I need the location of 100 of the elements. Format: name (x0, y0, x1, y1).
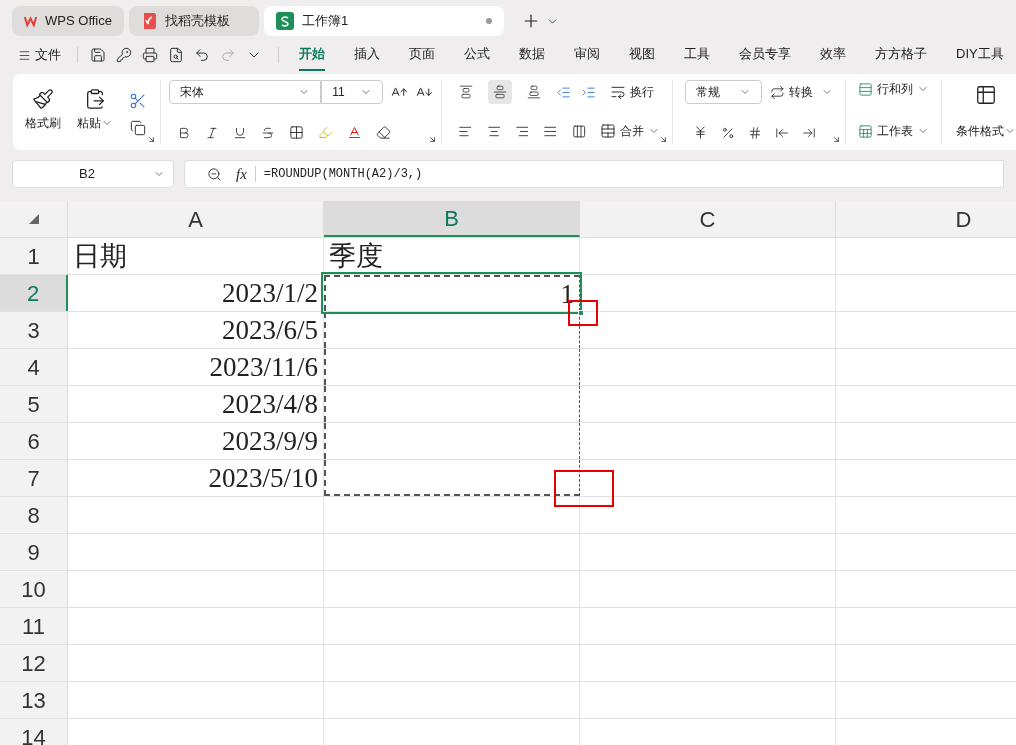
ribbon-tab[interactable]: DIY工具 (956, 39, 1004, 71)
borders-icon[interactable] (289, 125, 305, 140)
strikethrough-icon[interactable] (261, 125, 276, 140)
dialog-launcher-icon[interactable] (147, 135, 157, 144)
column-header[interactable]: B (324, 201, 580, 237)
font-color-icon[interactable] (347, 125, 363, 140)
vertical-align-icon (493, 85, 508, 99)
wrap-text-icon[interactable] (610, 84, 627, 100)
convert-icon[interactable] (770, 84, 786, 100)
copy-icon[interactable] (130, 120, 146, 136)
dialog-launcher-icon[interactable] (832, 135, 842, 144)
vertical-align-icon (459, 85, 474, 99)
paste-button[interactable]: 粘贴 (77, 114, 101, 132)
file-menu[interactable]: 文件 (35, 45, 61, 65)
table-cell-text: 2023/1/2 (222, 276, 318, 310)
menu-icon[interactable] (18, 48, 31, 62)
worksheet-icon[interactable] (858, 123, 874, 139)
key-icon[interactable] (116, 47, 132, 63)
font-name-dropdown[interactable]: 宋体 (169, 80, 322, 104)
rows-columns-button[interactable]: 行和列 (877, 80, 914, 98)
tab-label: 找稻壳模板 (165, 12, 230, 31)
row-header[interactable]: 10 (0, 571, 68, 607)
percent-icon[interactable] (721, 125, 736, 140)
merge-button[interactable]: 合并 (620, 122, 645, 140)
row-header[interactable]: 3 (0, 312, 68, 348)
name-box[interactable]: B2 (12, 160, 174, 188)
dialog-launcher-icon[interactable] (659, 135, 669, 144)
font-name-value: 宋体 (180, 84, 205, 101)
undo-icon[interactable] (194, 47, 210, 63)
rows-columns-icon[interactable] (858, 81, 874, 97)
highlight-box (554, 470, 614, 507)
decrease-indent-icon[interactable] (556, 84, 572, 100)
worksheet-button[interactable]: 工作表 (877, 122, 914, 140)
table-cell-text: 2023/5/10 (208, 461, 318, 495)
ribbon-tab[interactable]: 公式 (464, 39, 490, 71)
vertical-align-icon (527, 85, 542, 99)
table-cell-text: 2023/4/8 (222, 387, 318, 421)
convert-button[interactable]: 转换 (789, 83, 814, 101)
italic-icon[interactable] (205, 125, 220, 140)
function-icon[interactable]: fx (236, 162, 247, 186)
ribbon-tab[interactable]: 开始 (299, 39, 325, 71)
fill-color-icon[interactable] (318, 125, 334, 140)
row-header[interactable]: 13 (0, 682, 68, 718)
column-header[interactable]: D (836, 201, 1016, 237)
paste-icon[interactable] (84, 88, 106, 110)
row-header[interactable]: 8 (0, 497, 68, 533)
tab-label: WPS Office (45, 12, 112, 31)
ribbon-tab[interactable]: 会员专享 (739, 39, 791, 71)
dialog-launcher-icon[interactable] (428, 135, 438, 144)
ribbon-tab[interactable]: 工具 (684, 39, 710, 71)
row-header[interactable]: 7 (0, 460, 68, 496)
row-header[interactable]: 11 (0, 608, 68, 644)
document-tab[interactable]: 工作簿1 (264, 6, 504, 36)
formula-field[interactable]: =ROUNDUP(MONTH(A2)/3,) (263, 165, 423, 183)
print-preview-icon[interactable] (168, 47, 184, 63)
font-size-value: 11 (332, 84, 345, 101)
row-header[interactable]: 2 (0, 275, 68, 311)
ribbon-tab[interactable]: 页面 (409, 39, 435, 71)
format-painter-icon[interactable] (32, 88, 54, 110)
tab-label: 工作簿1 (302, 12, 349, 31)
row-header[interactable]: 4 (0, 349, 68, 385)
row-header[interactable]: 5 (0, 386, 68, 422)
underline-icon[interactable] (233, 125, 248, 140)
zoom-icon[interactable] (207, 166, 222, 182)
spreadsheet-icon (276, 12, 294, 30)
logo-icon (141, 12, 157, 30)
document-tab[interactable]: 找稻壳模板 (129, 6, 259, 36)
table-cell-text: 日期 (73, 239, 127, 273)
conditional-format-button[interactable]: 条件格式 (956, 122, 1005, 140)
number-format-value: 常规 (696, 84, 721, 101)
select-all-icon[interactable] (28, 214, 39, 224)
wrap-text-button[interactable]: 换行 (630, 83, 655, 101)
conditional-format-icon[interactable] (975, 84, 998, 106)
vertical-align-button[interactable] (488, 80, 513, 104)
document-tab[interactable]: WPS Office (12, 6, 124, 36)
ribbon-tab[interactable]: 视图 (629, 39, 655, 71)
row-header[interactable]: 6 (0, 423, 68, 459)
row-header[interactable]: 12 (0, 645, 68, 681)
ribbon-tab[interactable]: 效率 (820, 39, 846, 71)
ribbon-tab[interactable]: 数据 (519, 39, 545, 71)
print-icon[interactable] (142, 47, 158, 63)
table-cell-text: 季度 (329, 239, 383, 273)
clear-format-icon[interactable] (376, 125, 392, 140)
logo-icon (24, 14, 38, 28)
format-painter-button[interactable]: 格式刷 (25, 114, 61, 132)
ribbon-tab[interactable]: 审阅 (574, 39, 600, 71)
table-cell-text: 2023/6/5 (222, 313, 318, 347)
font-size-dropdown[interactable]: 11 (321, 80, 384, 104)
ribbon-tab[interactable]: 方方格子 (875, 39, 927, 71)
ribbon-tab[interactable]: 插入 (354, 39, 380, 71)
row-header[interactable]: 1 (0, 238, 68, 274)
cut-icon[interactable] (129, 92, 147, 110)
row-header[interactable]: 9 (0, 534, 68, 570)
merge-icon[interactable] (600, 123, 617, 139)
number-format-dropdown[interactable]: 常规 (685, 80, 763, 104)
bold-icon[interactable] (177, 125, 192, 140)
row-header[interactable]: 14 (0, 719, 68, 745)
increase-indent-icon[interactable] (581, 84, 597, 100)
column-header[interactable]: C (580, 201, 836, 237)
save-icon[interactable] (90, 47, 106, 63)
